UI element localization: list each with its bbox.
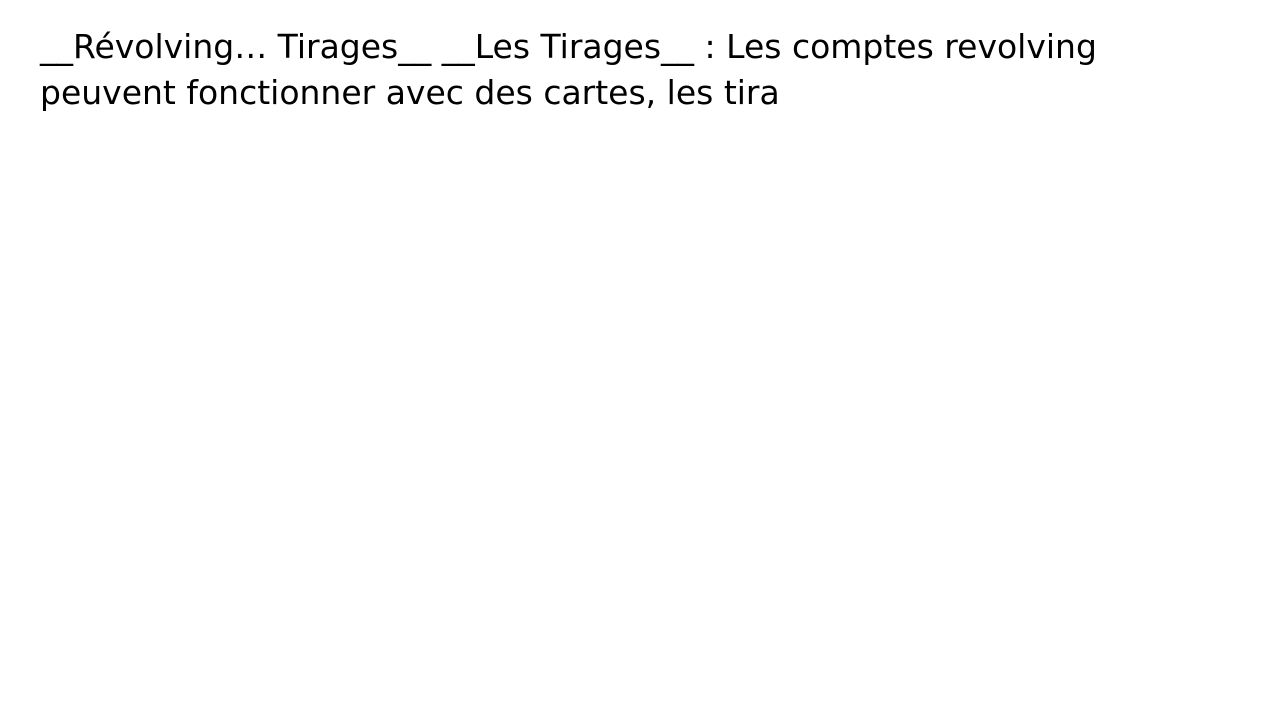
document-text: __Révolving… Tirages__ __Les Tirages__ :… [40,27,1097,112]
